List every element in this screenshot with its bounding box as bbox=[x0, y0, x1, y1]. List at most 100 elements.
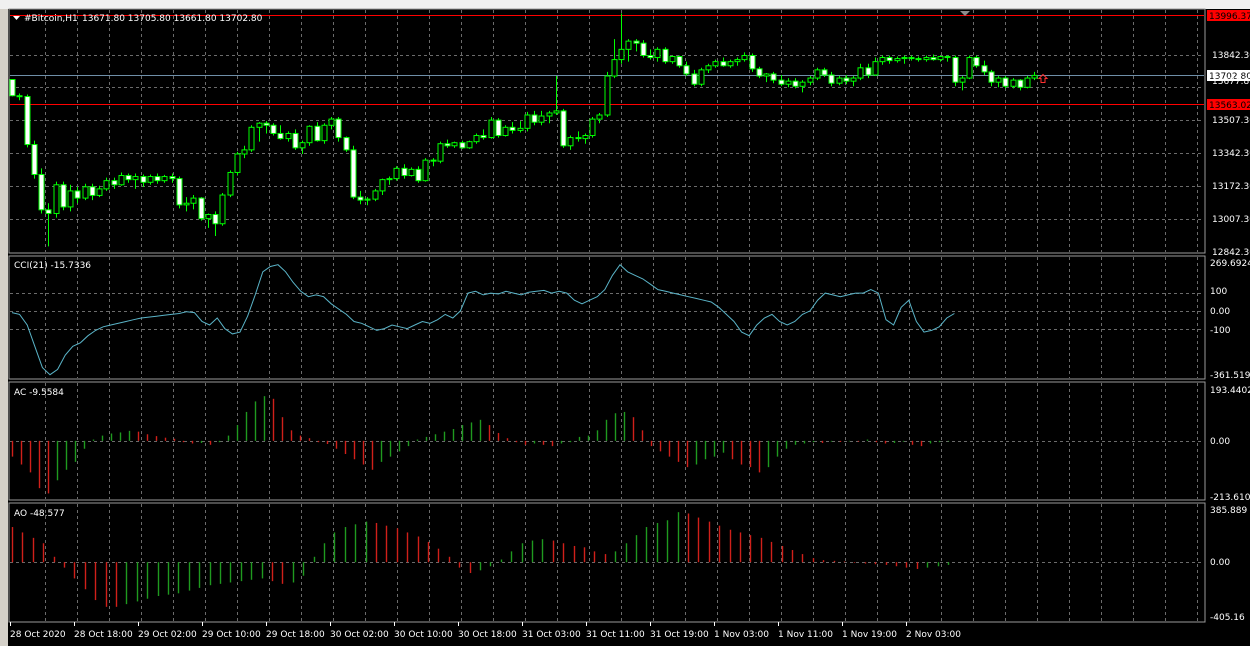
candle-bear bbox=[778, 79, 785, 85]
price-axis: 13842.30 13507.30 13342.30 13172.30 13007.30… bbox=[1207, 10, 1250, 623]
candle-bull bbox=[553, 110, 560, 114]
candle-bear bbox=[944, 56, 951, 59]
candle-bull bbox=[901, 57, 908, 60]
candle-bull bbox=[712, 61, 719, 67]
candle-bear bbox=[335, 118, 342, 139]
candle-bear bbox=[676, 56, 683, 67]
cci-tick-label: -361.519 bbox=[1210, 371, 1250, 381]
candle-bear bbox=[865, 67, 872, 76]
candle-bull bbox=[379, 179, 386, 192]
candle-bull bbox=[451, 142, 458, 147]
candle-bear bbox=[633, 40, 640, 44]
candle-bear bbox=[169, 176, 176, 180]
main-pane[interactable] bbox=[8, 8, 1206, 254]
candle-bull bbox=[923, 57, 930, 61]
candle-bear bbox=[821, 69, 828, 76]
time-tick-label: 30 Oct 02:00 bbox=[330, 630, 389, 640]
candle-bull bbox=[190, 197, 197, 204]
candle-bull bbox=[596, 114, 603, 120]
candle-bull bbox=[205, 214, 212, 220]
time-tick-label: 1 Nov 19:00 bbox=[842, 630, 897, 640]
candle-bear bbox=[444, 143, 451, 147]
candle-bear bbox=[16, 95, 23, 98]
candle-bear bbox=[74, 190, 81, 199]
candle-bear bbox=[154, 176, 161, 182]
candle-bull bbox=[959, 77, 966, 83]
candle-bull bbox=[879, 57, 886, 63]
candle-bear bbox=[756, 68, 763, 77]
candle-bull bbox=[669, 56, 676, 63]
candle-bull bbox=[248, 126, 255, 151]
candle-bull bbox=[604, 75, 611, 116]
candle-bull bbox=[807, 77, 814, 83]
candle-bull bbox=[1024, 77, 1031, 88]
candle-bear bbox=[9, 79, 16, 97]
cci-tick-label: -100 bbox=[1210, 326, 1231, 336]
candle-bull bbox=[814, 69, 821, 79]
candle-bull bbox=[408, 168, 415, 177]
symbol-title: #Bitcoin,H1 bbox=[24, 14, 78, 24]
time-tick-label: 31 Oct 19:00 bbox=[650, 630, 709, 640]
candle-bear bbox=[828, 74, 835, 84]
candle-bull bbox=[386, 178, 393, 181]
time-axis: 28 Oct 2020 28 Oct 18:00 29 Oct 02:00 29 Oc… bbox=[10, 622, 961, 640]
candle-bull bbox=[727, 61, 734, 67]
price-tick-label: 12842.30 bbox=[1212, 248, 1250, 258]
candle-bull bbox=[103, 180, 110, 190]
ao-title: AO -48.577 bbox=[14, 509, 65, 519]
price-tick-label: 13342.30 bbox=[1212, 149, 1250, 159]
cci-pane[interactable] bbox=[8, 255, 1206, 380]
candle-bear bbox=[531, 114, 538, 123]
candle-bull bbox=[734, 59, 741, 63]
ac-title: AC -9.5584 bbox=[14, 388, 64, 398]
candle-bull bbox=[227, 171, 234, 196]
candle-bull bbox=[147, 176, 154, 183]
candle-bull bbox=[219, 194, 226, 225]
time-tick-label: 29 Oct 10:00 bbox=[202, 630, 261, 640]
candle-bull bbox=[741, 54, 748, 61]
cci-tick-label: 269.6924 bbox=[1210, 259, 1250, 269]
near-price-label: 13677.80 bbox=[1212, 77, 1250, 87]
cci-title: CCI(21) -15.7336 bbox=[14, 261, 91, 271]
candle-bull bbox=[321, 124, 328, 142]
candle-bull bbox=[937, 56, 944, 61]
time-tick-label: 31 Oct 03:00 bbox=[522, 630, 581, 640]
candle-bull bbox=[53, 184, 60, 214]
ao-tick-label: 0.00 bbox=[1210, 558, 1230, 568]
time-tick-label: 1 Nov 03:00 bbox=[714, 630, 769, 640]
candle-bear bbox=[1002, 77, 1009, 87]
chart-canvas[interactable]: 13842.30 13507.30 13342.30 13172.30 13007.30… bbox=[0, 0, 1250, 646]
candle-bear bbox=[24, 96, 31, 146]
candle-bear bbox=[886, 57, 893, 62]
candle-bull bbox=[393, 167, 400, 180]
candle-bull bbox=[132, 176, 139, 181]
candle-bull bbox=[538, 115, 545, 123]
candle-bull bbox=[995, 77, 1002, 83]
candle-bull bbox=[473, 135, 480, 143]
candle-bull bbox=[589, 118, 596, 137]
candle-bear bbox=[973, 57, 980, 67]
candle-bear bbox=[720, 61, 727, 67]
time-tick-label: 2 Nov 03:00 bbox=[906, 630, 961, 640]
terminal-chart-window: 13842.30 13507.30 13342.30 13172.30 13007.30… bbox=[0, 0, 1250, 646]
cci-tick-label: 100 bbox=[1210, 287, 1227, 297]
candle-bear bbox=[343, 137, 350, 151]
candle-bull bbox=[67, 190, 74, 208]
candle-bear bbox=[314, 125, 321, 142]
candle-bull bbox=[763, 73, 770, 77]
candle-bull bbox=[611, 59, 618, 77]
candle-bull bbox=[422, 159, 429, 182]
candle-bear bbox=[662, 48, 669, 63]
candle-bull bbox=[836, 77, 843, 84]
candle-bear bbox=[198, 197, 205, 220]
candle-bull bbox=[234, 153, 241, 173]
candle-bear bbox=[843, 77, 850, 82]
candle-bull bbox=[364, 198, 371, 201]
candle-bull bbox=[372, 190, 379, 200]
candle-bull bbox=[488, 119, 495, 139]
candle-bull bbox=[872, 61, 879, 76]
time-tick-label: 29 Oct 02:00 bbox=[138, 630, 197, 640]
candle-bear bbox=[509, 126, 516, 131]
candle-bear bbox=[45, 209, 52, 214]
candle-bear bbox=[480, 135, 487, 139]
